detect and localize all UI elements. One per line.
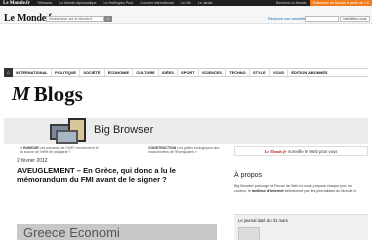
previous-post-link[interactable]: « HUMOUR Les placards de l'UMP, recrutem… (20, 146, 100, 154)
nav-item-style[interactable]: STYLE (250, 69, 270, 76)
lemonde-promo[interactable]: Le Monde.fr surveille le Web pour vous (234, 146, 368, 156)
nav-item-vous[interactable]: VOUS (270, 69, 289, 76)
topbar-link[interactable]: Le Monde diplomatique (59, 1, 96, 5)
about-title: À propos (234, 172, 263, 179)
topbar-link[interactable]: Courrier international (140, 1, 174, 5)
services-link[interactable]: Services Le Monde (276, 1, 307, 5)
newsletter-link[interactable]: Recevoir nos newsletter (268, 17, 309, 21)
topbar-link[interactable]: Télérama (37, 1, 52, 5)
nav-item-culture[interactable]: CULTURE (133, 69, 159, 76)
topbar-link[interactable]: La Vie (181, 1, 191, 5)
nav-item-societe[interactable]: SOCIÉTÉ (80, 69, 105, 76)
about-text: Big Browser prolonge la Revue de Web et … (234, 184, 366, 194)
topbar-link[interactable]: Le Jardin (198, 1, 213, 5)
nav-item-economie[interactable]: ÉCONOMIE (105, 69, 134, 76)
about-text-part: sélectionné par les journalistes du Mond… (283, 189, 357, 193)
promo-brand: Le Monde.fr (264, 148, 287, 154)
next-post-link[interactable]: CONSTRUCTION Les grilles écologiques des… (148, 146, 230, 154)
nav-item-politique[interactable]: POLITIQUE (52, 69, 81, 76)
blogs-logo-mark: M (12, 83, 30, 105)
main-nav: ⌂ INTERNATIONAL POLITIQUE SOCIÉTÉ ÉCONOM… (4, 68, 368, 77)
article-image: Greece Economi (17, 224, 217, 240)
search-icon: ⌕ (106, 16, 110, 21)
nav-item-sport[interactable]: SPORT (178, 69, 199, 76)
search-input[interactable]: Rechercher sur le Monde.fr (46, 16, 104, 22)
topbar-link[interactable]: Le Huffington Post (104, 1, 134, 5)
site-header: Le Monde.fr Rechercher sur le Monde.fr ⌕… (0, 6, 372, 24)
journal-title: Le journal daté du 31 mars (238, 218, 288, 223)
blogs-header[interactable]: M Blogs (12, 82, 83, 107)
journal-box[interactable]: Le journal daté du 31 mars (234, 214, 368, 240)
nav-item-idees[interactable]: IDÉES (159, 69, 178, 76)
search-button[interactable]: ⌕ (104, 16, 112, 22)
nav-item-sciences[interactable]: SCIENCES (199, 69, 227, 76)
article-image-caption: Greece Economi (23, 225, 120, 240)
home-button[interactable]: ⌂ (4, 68, 13, 77)
nav-item-techno[interactable]: TECHNO (226, 69, 250, 76)
article-headline[interactable]: AVEUGLEMENT – En Grèce, qui donc a lu le… (17, 166, 217, 184)
nav-item-edition-abonnes[interactable]: ÉDITION ABONNÉS (288, 69, 331, 76)
about-text-highlight: meilleur d'Internet (251, 189, 284, 193)
article-date: 2 février 2012 (17, 158, 48, 164)
promo-text: surveille le Web pour vous (288, 148, 338, 154)
login-button[interactable]: Identifiez-vous (340, 16, 370, 22)
newsletter-email-input[interactable] (305, 16, 339, 22)
lemonde-logo[interactable]: Le Monde.fr (3, 1, 30, 6)
blogs-title: Blogs (33, 82, 83, 106)
journal-cover-thumbnail[interactable] (238, 227, 260, 240)
home-icon: ⌂ (6, 69, 11, 76)
blog-title[interactable]: Big Browser (94, 124, 153, 136)
nav-item-international[interactable]: INTERNATIONAL (13, 69, 52, 76)
